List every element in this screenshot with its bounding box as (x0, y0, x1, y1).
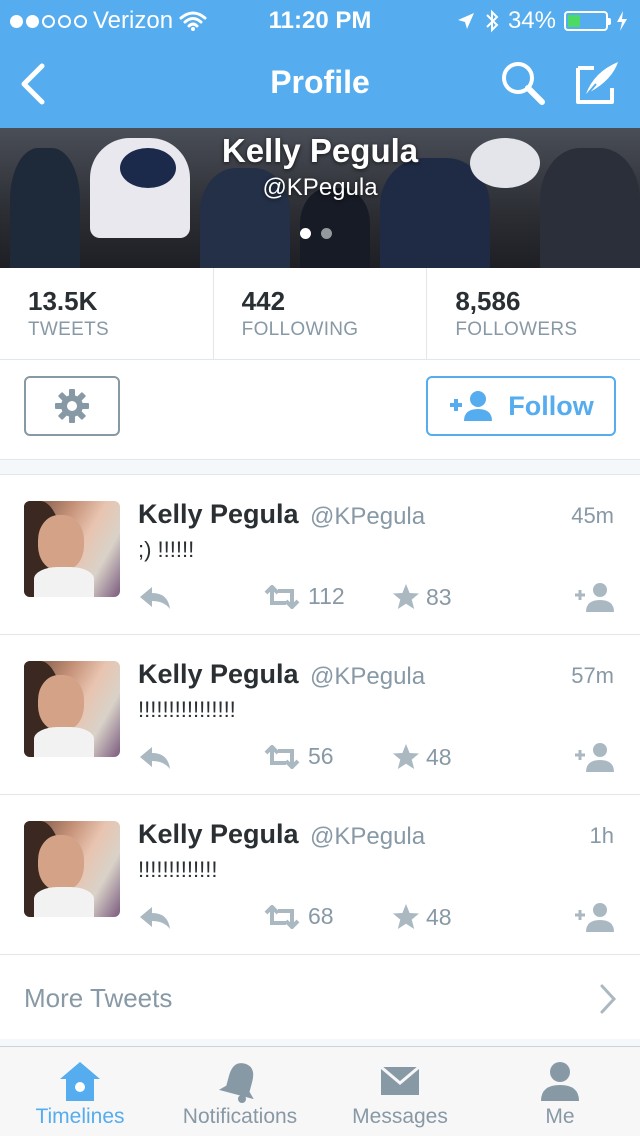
favorite-count: 48 (426, 903, 452, 930)
tweet-timestamp: 57m (571, 663, 614, 688)
tweet-list: Kelly Pegula @KPegula 45m ;) !!!!!! 112 … (0, 474, 640, 1039)
profile-header-banner: Kelly Pegula @KPegula (0, 128, 640, 268)
retweet-count: 112 (308, 583, 345, 609)
page-dot-active (300, 228, 311, 239)
tweet-author-name[interactable]: Kelly Pegula (138, 659, 299, 690)
battery-percent: 34% (507, 7, 556, 34)
more-tweets-row[interactable]: More Tweets (0, 955, 640, 1039)
banner-page-indicator[interactable] (300, 228, 332, 239)
search-icon[interactable] (500, 60, 546, 106)
follow-user-icon[interactable] (574, 901, 616, 933)
bluetooth-icon (486, 9, 499, 33)
battery-icon (564, 11, 611, 31)
stat-value: 442 (241, 286, 286, 316)
profile-actions: Follow (0, 360, 640, 460)
stat-following[interactable]: 442 FOLLOWING (214, 268, 428, 359)
avatar[interactable] (24, 661, 120, 757)
tweet-item[interactable]: Kelly Pegula @KPegula 45m ;) !!!!!! 112 … (0, 475, 640, 635)
tab-notifications[interactable]: Notifications (160, 1047, 320, 1136)
profile-stats: 13.5K TWEETS 442 FOLLOWING 8,586 FOLLOWE… (0, 268, 640, 360)
tweet-timestamp: 1h (589, 823, 614, 848)
tweet-item[interactable]: Kelly Pegula @KPegula 57m !!!!!!!!!!!!!!… (0, 635, 640, 795)
bell-icon (218, 1063, 254, 1103)
more-tweets-label: More Tweets (24, 983, 173, 1013)
favorite-count: 48 (426, 743, 452, 770)
tab-bar: Timelines Notifications Messages Me (0, 1046, 640, 1136)
retweet-count: 56 (308, 743, 334, 769)
home-icon (60, 1062, 100, 1101)
tab-label: Messages (352, 1105, 448, 1128)
page-dot (321, 228, 332, 239)
top-bar: Verizon 11:20 PM 34% Profile (0, 0, 640, 128)
tweet-text: !!!!!!!!!!!!! (138, 857, 218, 882)
tab-label: Timelines (35, 1105, 125, 1128)
reply-icon[interactable] (138, 585, 172, 611)
status-bar: Verizon 11:20 PM 34% (0, 0, 640, 40)
retweet-action[interactable]: 112 (262, 583, 345, 610)
follow-label: Follow (508, 390, 594, 421)
charging-bolt-icon (617, 11, 627, 31)
favorite-action[interactable]: 48 (392, 743, 452, 771)
tab-label: Me (545, 1105, 575, 1128)
profile-handle: @KPegula (262, 174, 378, 201)
stat-label: FOLLOWING (241, 319, 359, 340)
tweet-author-name[interactable]: Kelly Pegula (138, 819, 299, 850)
retweet-icon (264, 744, 300, 769)
favorite-count: 83 (426, 583, 452, 610)
tweet-item[interactable]: Kelly Pegula @KPegula 1h !!!!!!!!!!!!! 6… (0, 795, 640, 955)
gear-icon (55, 389, 89, 423)
star-icon (393, 904, 419, 929)
stat-value: 8,586 (455, 286, 521, 316)
tweet-text: !!!!!!!!!!!!!!!! (138, 697, 236, 722)
follow-button[interactable]: Follow (426, 376, 616, 436)
follow-user-icon[interactable] (574, 741, 616, 773)
retweet-action[interactable]: 68 (262, 903, 334, 930)
location-arrow-icon (457, 13, 474, 29)
add-user-icon (450, 391, 493, 421)
tweet-author-name[interactable]: Kelly Pegula (138, 499, 299, 530)
reply-icon[interactable] (138, 905, 172, 931)
favorite-action[interactable]: 48 (392, 903, 452, 931)
tab-messages[interactable]: Messages (320, 1047, 480, 1136)
tweet-author-handle: @KPegula (310, 503, 426, 530)
stat-tweets[interactable]: 13.5K TWEETS (0, 268, 214, 359)
tweet-author-handle: @KPegula (310, 663, 426, 690)
retweet-action[interactable]: 56 (262, 743, 334, 770)
chevron-right-icon (600, 984, 617, 1014)
stat-followers[interactable]: 8,586 FOLLOWERS (427, 268, 640, 359)
tweet-timestamp: 45m (571, 503, 614, 528)
settings-button[interactable] (24, 376, 120, 436)
avatar[interactable] (24, 821, 120, 917)
star-icon (393, 744, 419, 769)
stat-label: TWEETS (28, 319, 109, 340)
favorite-action[interactable]: 83 (392, 583, 452, 611)
avatar[interactable] (24, 501, 120, 597)
retweet-icon (264, 584, 300, 609)
stat-value: 13.5K (28, 286, 98, 316)
stat-label: FOLLOWERS (455, 319, 578, 340)
star-icon (393, 584, 419, 609)
reply-icon[interactable] (138, 745, 172, 771)
compose-icon[interactable] (572, 58, 622, 106)
retweet-count: 68 (308, 903, 334, 929)
tab-timelines[interactable]: Timelines (0, 1047, 160, 1136)
tweet-text: ;) !!!!!! (138, 537, 195, 562)
follow-user-icon[interactable] (574, 581, 616, 613)
tweet-author-handle: @KPegula (310, 823, 426, 850)
tab-label: Notifications (182, 1105, 298, 1128)
envelope-icon (380, 1065, 420, 1095)
retweet-icon (264, 904, 300, 929)
person-icon (541, 1062, 579, 1101)
tab-me[interactable]: Me (480, 1047, 640, 1136)
profile-name: Kelly Pegula (221, 132, 419, 169)
status-right-group: 34% (456, 7, 628, 35)
